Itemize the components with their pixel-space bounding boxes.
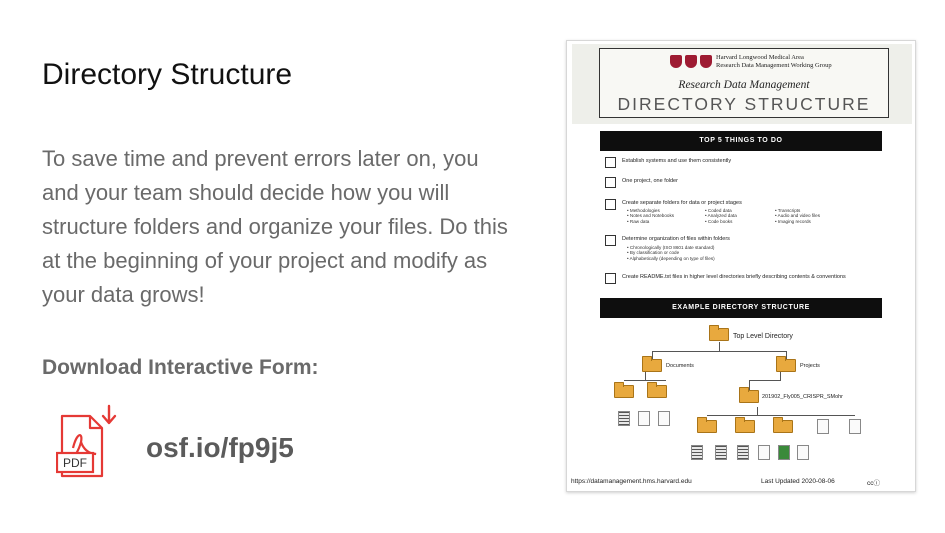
folder-icon [773,417,793,433]
tree-line [652,351,653,359]
document-icon [638,411,650,426]
org-line-1: Harvard Longwood Medical Area [716,54,804,61]
folder-icon [735,417,755,433]
stage-item: • Code books [705,218,733,224]
tree-line [719,342,720,351]
documents-label: Documents [666,363,694,369]
folder-icon [697,417,717,433]
checklist: Establish systems and use them consisten… [605,157,879,289]
stage-col-3: • Transcripts • Audio and video files • … [775,208,820,224]
pdf-download-icon[interactable]: PDF [55,402,120,482]
org-options-list: • Chronologically (ISO 8601 date standar… [627,245,827,263]
shield-icon [700,55,712,68]
directory-structure-poster: Harvard Longwood Medical Area Research D… [566,40,916,492]
checkbox [605,199,616,210]
project-folder-label: 201902_Fly005_CRISPR_SMohr [762,394,844,400]
download-label: Download Interactive Form: [42,356,319,379]
tree-line [786,351,787,359]
directory-tree: Top Level Directory Documents Projects 2… [567,321,915,471]
top-level-folder-icon [709,325,729,341]
tree-line [645,372,646,380]
document-icon [758,445,770,460]
tree-line [652,351,787,352]
pdf-icon-text: PDF [63,456,87,470]
stage-col-2: • Coded data • Analyzed data • Code book… [705,208,737,224]
spreadsheet-icon [778,445,790,460]
stage-list: • Methodologies • Notes and Notebooks • … [627,208,877,226]
checklist-text: Create separate folders for data or proj… [622,200,742,206]
harvard-shield-logos [670,55,712,68]
checklist-text: One project, one folder [622,178,678,184]
org-option: • Alphabetically (depending on type of f… [627,255,715,261]
checklist-text: Determine organization of files within f… [622,236,730,242]
document-icon [658,411,670,426]
top-level-label: Top Level Directory [733,333,793,340]
checkbox [605,235,616,246]
document-icon [817,419,829,434]
tree-line [749,380,781,381]
shield-icon [670,55,682,68]
shield-icon [685,55,697,68]
folder-icon [614,382,634,398]
document-icon [715,445,727,460]
document-icon [691,445,703,460]
project-folder-icon [739,387,759,403]
checkbox [605,157,616,168]
stage-item: • Audio and video files [775,213,821,219]
folder-icon [647,382,667,398]
stage-item: • Imaging records [775,218,811,224]
org-line-2: Research Data Management Working Group [716,62,832,69]
tree-line [707,415,855,416]
osf-link[interactable]: osf.io/fp9j5 [146,432,294,464]
documents-folder-icon [642,356,662,372]
document-icon [618,411,630,426]
checkbox [605,273,616,284]
stage-item: • Analyzed data [705,213,737,219]
tree-line [624,380,666,381]
document-icon [737,445,749,460]
tree-line [780,372,781,380]
image-file-icon [797,445,809,460]
tree-line [749,380,750,390]
tree-line [757,407,758,415]
stage-col-1: • Methodologies • Notes and Notebooks • … [627,208,674,224]
cc-license-icon: ccⓘ [867,480,880,487]
example-header: EXAMPLE DIRECTORY STRUCTURE [600,298,882,318]
document-icon [849,419,861,434]
poster-subtitle: Research Data Management [678,79,810,91]
poster-header: Harvard Longwood Medical Area Research D… [572,44,912,124]
stage-item: • Raw data [627,218,650,224]
checkbox [605,177,616,188]
footer-url[interactable]: https://datamanagement.hms.harvard.edu [571,478,692,485]
slide-title: Directory Structure [42,58,293,91]
projects-label: Projects [800,363,820,369]
footer-updated: Last Updated 2020-08-06 [761,478,835,485]
top5-header: TOP 5 THINGS TO DO [600,131,882,151]
poster-org: Harvard Longwood Medical Area Research D… [716,54,832,70]
slide-body-text: To save time and prevent errors later on… [42,146,508,307]
stage-item: • Notes and Notebooks [627,213,675,219]
poster-title-box: Harvard Longwood Medical Area Research D… [599,48,889,118]
poster-title: DIRECTORY STRUCTURE [617,94,871,114]
checklist-text: Create README.txt files in higher level … [622,274,846,280]
projects-folder-icon [776,356,796,372]
checklist-text: Establish systems and use them consisten… [622,158,732,164]
